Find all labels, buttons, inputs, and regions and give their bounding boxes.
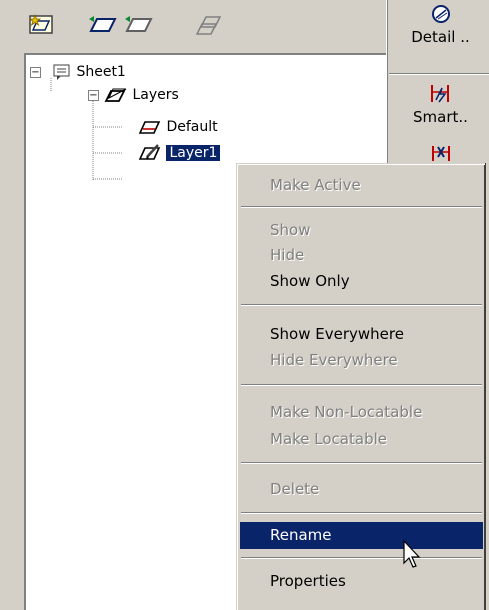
- menu-item-show-only[interactable]: Show Only: [240, 268, 483, 295]
- menu-item-hide-everywhere[interactable]: Hide Everywhere: [240, 347, 483, 374]
- menu-item-show-everywhere[interactable]: Show Everywhere: [240, 321, 483, 348]
- dimension-icon: [431, 146, 450, 161]
- sheet-icon: [53, 64, 70, 80]
- menu-item-properties[interactable]: Properties: [240, 568, 483, 595]
- menu-item-make-non-locatable[interactable]: Make Non-Locatable: [240, 399, 483, 426]
- layer-icon: [138, 121, 161, 134]
- default-layer-label: Default: [166, 119, 218, 135]
- tree-item-sheet1[interactable]: Sheet1: [52, 61, 126, 83]
- tree-item-layer1[interactable]: Layer1: [138, 142, 221, 164]
- active-layer-icon: [138, 144, 161, 160]
- tree-item-default-layer[interactable]: Default: [138, 116, 218, 138]
- detail-icon: [431, 5, 450, 23]
- copy-layer-icon: [195, 16, 222, 35]
- tree-item-layers[interactable]: Layers: [104, 84, 179, 106]
- menu-separator: [241, 512, 482, 514]
- menu-separator: [241, 462, 482, 464]
- menu-separator: [241, 557, 482, 559]
- menu-item-hide[interactable]: Hide: [240, 242, 483, 269]
- menu-separator: [241, 384, 482, 386]
- layer1-label: Layer1: [166, 145, 221, 161]
- activate-layer-icon: [89, 16, 117, 32]
- menu-item-make-locatable[interactable]: Make Locatable: [240, 426, 483, 453]
- menu-separator: [241, 206, 482, 208]
- strip-divider: [389, 73, 489, 75]
- menu-item-make-active[interactable]: Make Active: [240, 172, 483, 199]
- menu-item-delete[interactable]: Delete: [240, 476, 483, 503]
- activate-layer-button[interactable]: [83, 8, 119, 41]
- new-layer-button[interactable]: [24, 8, 60, 41]
- deactivate-layer-button[interactable]: [119, 8, 155, 41]
- sheet-label: Sheet1: [76, 64, 126, 80]
- deactivate-layer-icon: [125, 16, 153, 32]
- new-layer-icon: [29, 13, 53, 34]
- copy-layer-button[interactable]: [190, 8, 226, 41]
- layers-expander[interactable]: −: [88, 90, 99, 101]
- smart-label: Smart..: [413, 108, 468, 126]
- mouse-pointer-icon: [403, 540, 421, 568]
- sheet-expander[interactable]: −: [30, 67, 41, 78]
- layers-label: Layers: [132, 87, 179, 103]
- context-menu: Make Active Show Hide Show Only Show Eve…: [236, 163, 485, 610]
- menu-item-show[interactable]: Show: [240, 217, 483, 244]
- menu-item-rename[interactable]: Rename: [240, 522, 483, 549]
- smart-dimension-button[interactable]: Smart..: [393, 82, 488, 126]
- menu-separator: [241, 304, 482, 306]
- detail-button[interactable]: Detail ..: [393, 4, 488, 46]
- detail-label: Detail ..: [411, 28, 470, 46]
- smart-dimension-icon: [430, 85, 449, 103]
- layers-icon: [104, 88, 127, 102]
